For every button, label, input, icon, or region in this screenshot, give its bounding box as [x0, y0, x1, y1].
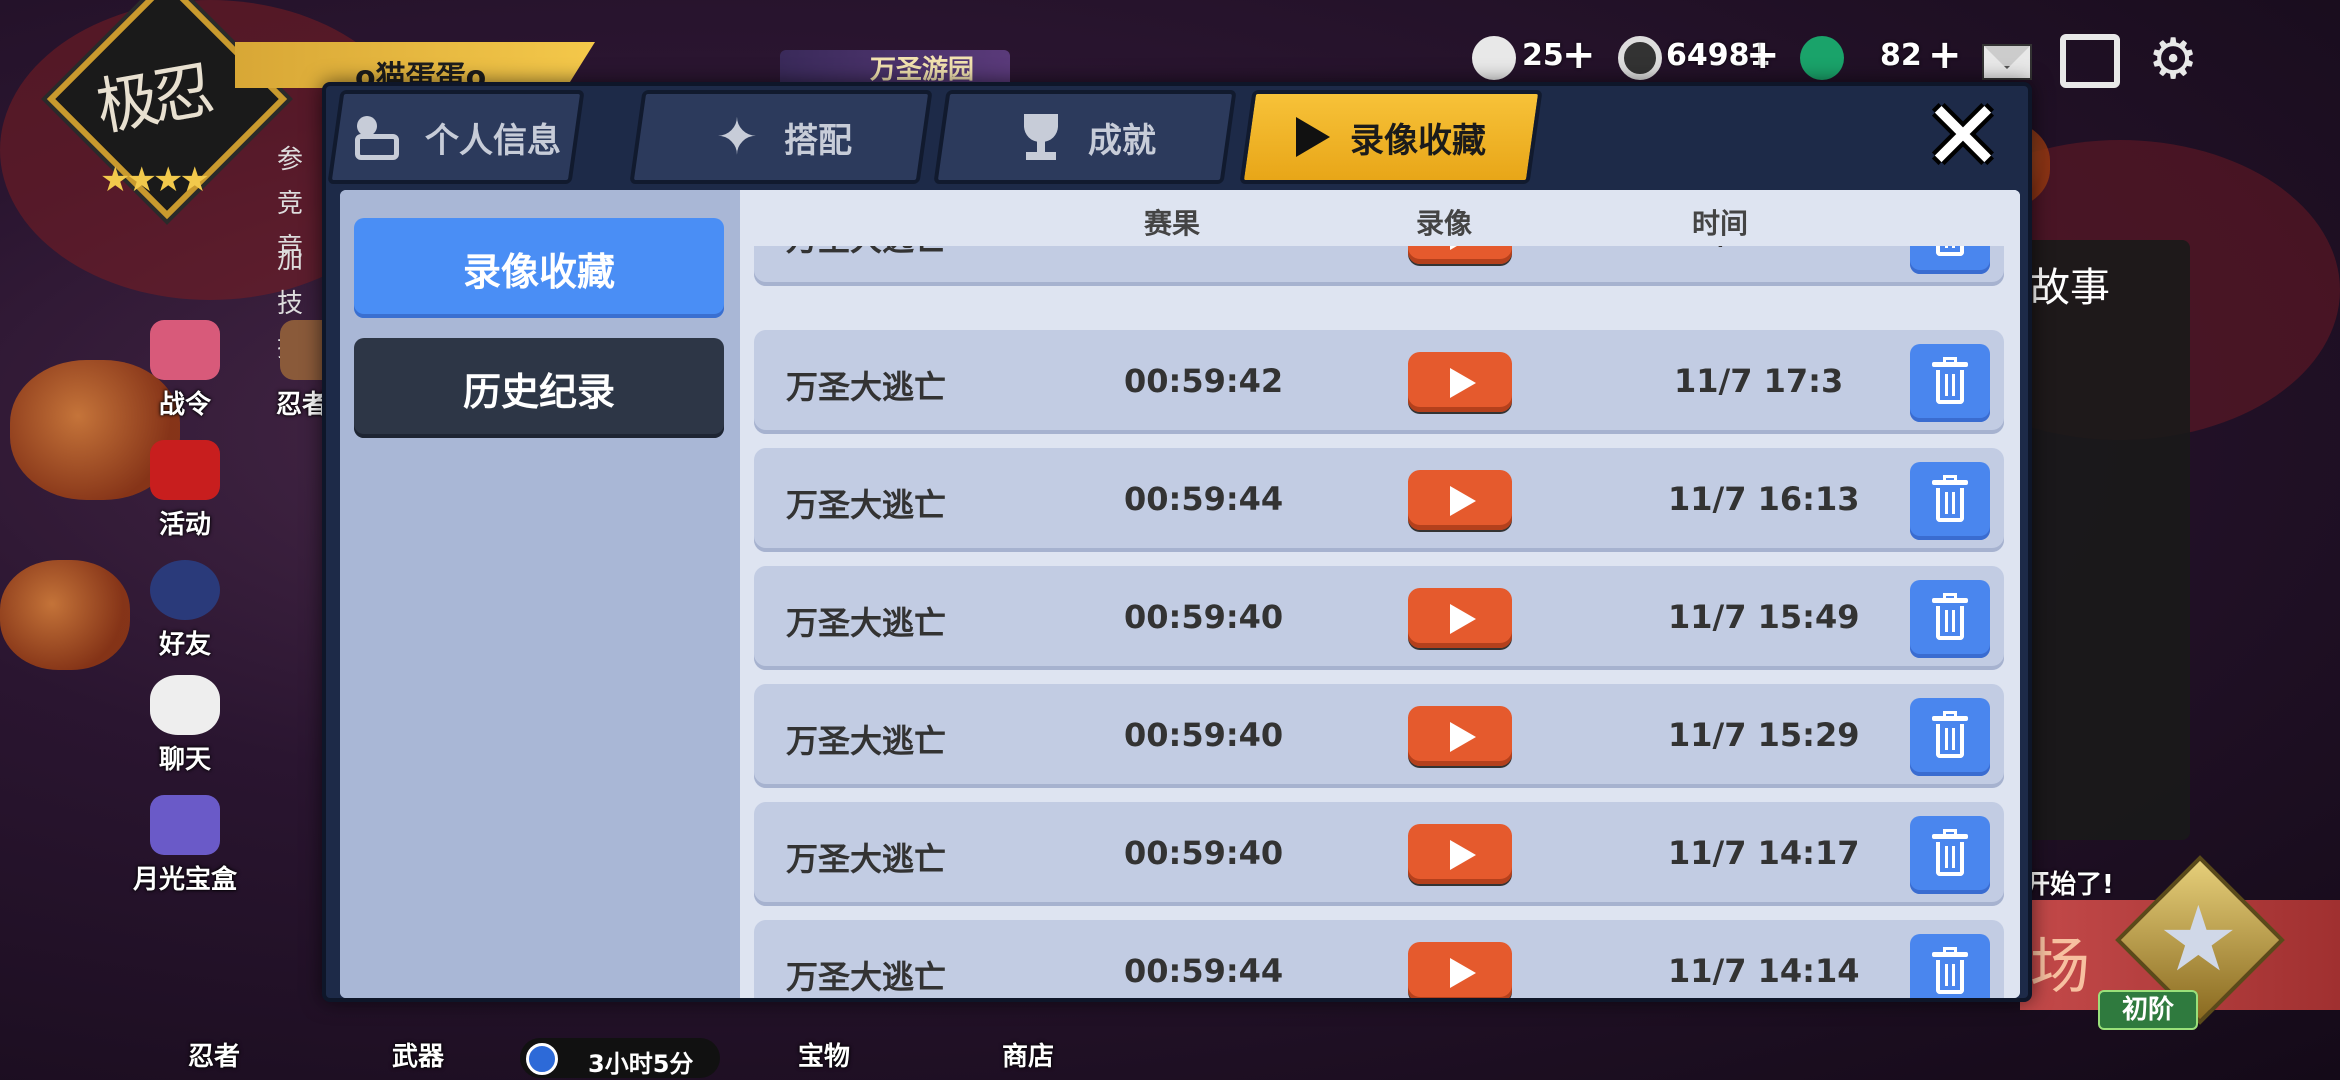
jade-count: 82 [1880, 38, 1922, 73]
tab-loadout-label: 搭配 [784, 120, 852, 161]
delete-replay-button[interactable] [1910, 816, 1990, 894]
star-icon: ★ [2158, 887, 2239, 992]
flower-icon [150, 320, 220, 380]
tab-achievements[interactable]: 成就 [933, 90, 1237, 184]
play-replay-button[interactable] [1408, 588, 1512, 648]
mode-cell: 万圣大逃亡 [786, 604, 947, 642]
jade-icon [1800, 36, 1844, 80]
tab-replays[interactable]: 录像收藏 [1239, 90, 1543, 184]
story-label: 故事 [2030, 265, 2110, 311]
shop-icon[interactable] [2060, 34, 2120, 88]
mode-cell: 万圣大逃亡 [786, 840, 947, 878]
time-cell: 11/7 17:3 [1674, 362, 1844, 400]
close-button[interactable]: ✕ [1922, 88, 2004, 184]
chat-button[interactable]: 聊天 [120, 675, 250, 776]
battle-pass-label: 战令 [158, 390, 211, 420]
table-header: 赛果 录像 时间 [740, 190, 2020, 246]
play-replay-button[interactable] [1408, 942, 1512, 998]
time-cell: 11/7 15:29 [1668, 716, 1860, 754]
moonlight-box-label: 月光宝盒 [132, 865, 237, 895]
time-cell: 11/7 14:14 [1668, 952, 1860, 990]
mail-icon[interactable] [1982, 44, 2032, 80]
gear-icon[interactable]: ⚙ [2148, 32, 2198, 88]
mode-cell: 万圣大逃亡 [786, 722, 947, 760]
delete-replay-button[interactable] [1910, 698, 1990, 776]
delete-replay-button[interactable] [1910, 344, 1990, 422]
header-result: 赛果 [1144, 207, 1201, 240]
tab-profile-label: 个人信息 [425, 120, 561, 161]
start-notice: 开始了! [2024, 870, 2114, 900]
header-replay: 录像 [1416, 207, 1473, 240]
ninja-head-icon [150, 560, 220, 620]
timer-text: 3小时5分 [588, 1050, 694, 1078]
play-replay-button[interactable] [1408, 706, 1512, 766]
mode-cell: 万圣大逃亡 [786, 958, 947, 996]
arena-label: 场 [2030, 932, 2090, 1002]
shuriken-icon: ✦ [716, 108, 758, 166]
time-cell: 11/7 15:49 [1668, 598, 1860, 636]
play-replay-button[interactable] [1408, 824, 1512, 884]
tab-achievements-label: 成就 [1088, 120, 1156, 161]
add-ninja-token-button[interactable]: + [1562, 32, 1596, 78]
events-label: 活动 [158, 510, 211, 540]
add-coin-button[interactable]: + [1746, 32, 1780, 78]
result-cell: 00:59:42 [1124, 362, 1284, 400]
time-cell: 11/7 14:17 [1668, 834, 1860, 872]
sidebar-item-replays[interactable]: 录像收藏 [354, 218, 724, 318]
table-row: 万圣大逃亡 00:59:40 11/7 14:17 [754, 802, 2004, 906]
sidebar-item-history[interactable]: 历史纪录 [354, 338, 724, 438]
time-cell: 11/7 16:13 [1668, 480, 1860, 518]
result-cell: 00:59:40 [1124, 598, 1284, 636]
friends-label: 好友 [158, 630, 211, 660]
tab-loadout[interactable]: ✦ 搭配 [629, 90, 933, 184]
result-cell: 00:59:44 [1124, 952, 1284, 990]
table-row: 万圣大逃亡 00:59:40 11/7 15:49 [754, 566, 2004, 670]
add-jade-button[interactable]: + [1928, 32, 1962, 78]
pumpkin-decoration [0, 560, 130, 670]
delete-replay-button[interactable] [1910, 462, 1990, 540]
coin-icon [1618, 36, 1662, 80]
clock-icon [526, 1043, 558, 1075]
table-row: 万圣大逃亡 00:59:44 11/7 16:13 [754, 448, 2004, 552]
play-replay-button[interactable] [1408, 352, 1512, 412]
tab-profile[interactable]: 个人信息 [327, 90, 585, 184]
ninja-token-icon [1472, 36, 1516, 80]
play-replay-button[interactable] [1408, 470, 1512, 530]
delete-replay-button[interactable] [1910, 934, 1990, 998]
result-cell: 00:59:40 [1124, 716, 1284, 754]
mode-cell: 万圣大逃亡 [786, 368, 947, 406]
mode-cell: 万圣大逃亡 [786, 486, 947, 524]
ninja-token-count: 25 [1522, 38, 1564, 73]
profile-card-icon [351, 110, 405, 164]
events-button[interactable]: 活动 [120, 440, 250, 541]
header-time: 时间 [1692, 207, 1749, 240]
tier-tag: 初阶 [2098, 990, 2198, 1030]
table-row: 万圣大逃亡 00:59:40 11/7 15:29 [754, 684, 2004, 788]
weapon-button[interactable]: 武器 [392, 1036, 444, 1073]
moonlight-box-button[interactable]: 月光宝盒 [110, 795, 260, 896]
torii-gate-icon [150, 440, 220, 500]
tab-replays-label: 录像收藏 [1350, 120, 1486, 161]
play-icon [1296, 117, 1330, 157]
treasure-box-icon [150, 795, 220, 855]
chat-label: 聊天 [158, 745, 211, 775]
result-cell: 00:59:44 [1124, 480, 1284, 518]
ninja-button[interactable]: 忍者 [188, 1036, 240, 1073]
delete-replay-button[interactable] [1910, 580, 1990, 658]
friends-button[interactable]: 好友 [120, 560, 250, 661]
trophy-icon [1014, 110, 1068, 164]
table-row: 万圣大逃亡 00:59:44 11/7 14:14 [754, 920, 2004, 998]
replay-list[interactable]: 万圣大逃亡 00:59:34 11/7 17:5 万圣大逃亡 00:59:42 … [740, 190, 2020, 998]
replay-sidebar: 录像收藏 历史纪录 [340, 190, 740, 998]
table-row: 万圣大逃亡 00:59:42 11/7 17:3 [754, 330, 2004, 434]
rank-stars: ★★★★ [100, 160, 210, 200]
battle-pass-button[interactable]: 战令 [120, 320, 250, 421]
chat-bubble-icon [150, 675, 220, 735]
shop-button[interactable]: 商店 [1002, 1036, 1054, 1073]
treasure-button[interactable]: 宝物 [798, 1036, 850, 1073]
result-cell: 00:59:40 [1124, 834, 1284, 872]
story-scroll[interactable] [2020, 240, 2190, 840]
replay-panel: 录像收藏 历史纪录 万圣大逃亡 00:59:34 11/7 17:5 万圣大逃亡… [340, 190, 2020, 998]
